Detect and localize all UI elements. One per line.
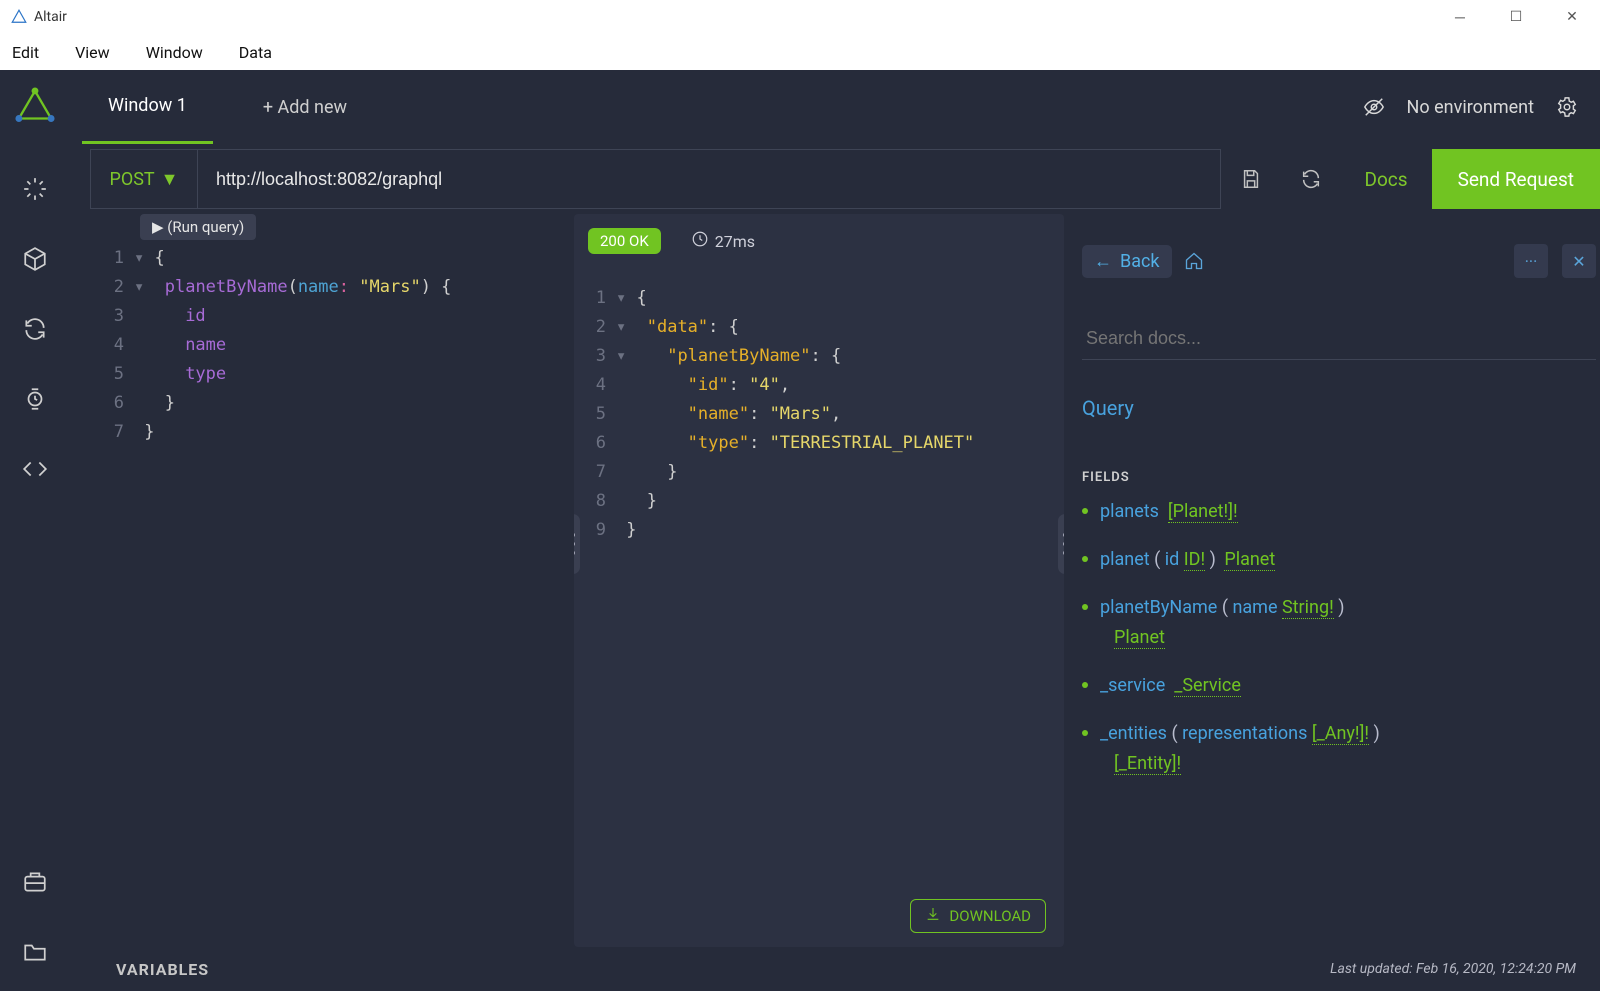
response-status: 200 OK: [588, 228, 661, 254]
http-method-value: POST: [110, 169, 155, 190]
url-input[interactable]: [198, 149, 1221, 209]
tab-window-1[interactable]: Window 1: [82, 70, 213, 144]
folder-icon[interactable]: [22, 939, 48, 965]
loading-icon[interactable]: [22, 176, 48, 202]
footer: VARIABLES Last updated: Feb 16, 2020, 12…: [70, 947, 1600, 991]
last-updated: Last updated: Feb 16, 2020, 12:24:20 PM: [1330, 961, 1576, 977]
docs-pane: ← Back ··· ✕ Query FIELDS planets: [1082, 214, 1600, 947]
action-bar: POST ▼ Docs Send Request: [70, 144, 1600, 214]
tab-strip: Window 1 + Add new No environment: [0, 70, 1600, 144]
close-docs-icon[interactable]: ✕: [1562, 244, 1596, 278]
query-pane: ▶ (Run query) 1▾ {2▾ planetByName(name: …: [92, 214, 556, 947]
response-viewer[interactable]: 1▾ {2▾ "data": {3▾ "planetByName": {4 "i…: [574, 254, 1064, 545]
docs-fields-label: FIELDS: [1082, 470, 1596, 485]
menu-edit[interactable]: Edit: [4, 37, 47, 68]
pane-resize-handle[interactable]: [1058, 514, 1064, 574]
environment-label[interactable]: No environment: [1407, 97, 1534, 118]
window-maximize[interactable]: ☐: [1488, 0, 1544, 34]
more-icon[interactable]: ···: [1514, 244, 1548, 278]
response-pane: 200 OK 27ms 1▾ {2▾ "data": {3▾ "planetBy…: [574, 214, 1064, 947]
code-icon[interactable]: [22, 456, 48, 482]
search-docs-input[interactable]: [1082, 318, 1596, 360]
query-editor[interactable]: 1▾ {2▾ planetByName(name: "Mars") {3 id4…: [92, 214, 556, 447]
docs-field[interactable]: planet ( id ID! ) Planet: [1082, 545, 1596, 575]
eye-off-icon: [1363, 96, 1385, 118]
docs-back-button[interactable]: ← Back: [1082, 245, 1172, 278]
refresh-icon[interactable]: [22, 316, 48, 342]
gear-icon[interactable]: [1556, 96, 1578, 118]
menu-data[interactable]: Data: [231, 37, 280, 68]
reload-schema-icon[interactable]: [1281, 149, 1341, 209]
pane-resize-handle[interactable]: [574, 514, 580, 574]
docs-back-label: Back: [1120, 251, 1160, 272]
chevron-down-icon: ▼: [161, 169, 179, 190]
docs-type-title[interactable]: Query: [1082, 396, 1596, 420]
save-icon[interactable]: [1221, 149, 1281, 209]
docs-field[interactable]: _service _Service: [1082, 671, 1596, 701]
clock-icon: [691, 230, 709, 252]
docs-field[interactable]: planetByName ( name String! )Planet: [1082, 593, 1596, 653]
watch-icon[interactable]: [22, 386, 48, 412]
window-controls: ─ ☐ ✕: [1432, 0, 1600, 34]
docs-field[interactable]: planets [Planet!]!: [1082, 497, 1596, 527]
app-menu: Edit View Window Data: [0, 34, 1600, 70]
menu-view[interactable]: View: [67, 37, 118, 68]
home-icon[interactable]: [1184, 251, 1204, 271]
altair-logo-icon: [10, 8, 28, 26]
send-request-button[interactable]: Send Request: [1432, 149, 1600, 209]
variables-toggle[interactable]: VARIABLES: [116, 960, 209, 979]
altair-brand-icon: [12, 84, 58, 130]
window-titlebar: Altair ─ ☐ ✕: [0, 0, 1600, 34]
app-root: Window 1 + Add new No environment: [0, 70, 1600, 991]
run-query-button[interactable]: ▶ (Run query): [140, 214, 256, 240]
side-rail: [0, 144, 70, 991]
cube-icon[interactable]: [22, 246, 48, 272]
window-minimize[interactable]: ─: [1432, 0, 1488, 34]
download-icon: [925, 906, 941, 926]
http-method-select[interactable]: POST ▼: [90, 149, 198, 209]
docs-field[interactable]: _entities ( representations [_Any!]! )[_…: [1082, 719, 1596, 779]
menu-window[interactable]: Window: [138, 37, 211, 68]
arrow-left-icon: ←: [1094, 251, 1112, 272]
window-title: Altair: [34, 9, 67, 25]
download-label: DOWNLOAD: [949, 907, 1031, 925]
tab-add-new[interactable]: + Add new: [237, 70, 373, 144]
docs-button[interactable]: Docs: [1341, 149, 1432, 209]
briefcase-icon[interactable]: [22, 869, 48, 895]
response-duration: 27ms: [715, 232, 755, 251]
window-close[interactable]: ✕: [1544, 0, 1600, 34]
download-button[interactable]: DOWNLOAD: [910, 899, 1046, 933]
